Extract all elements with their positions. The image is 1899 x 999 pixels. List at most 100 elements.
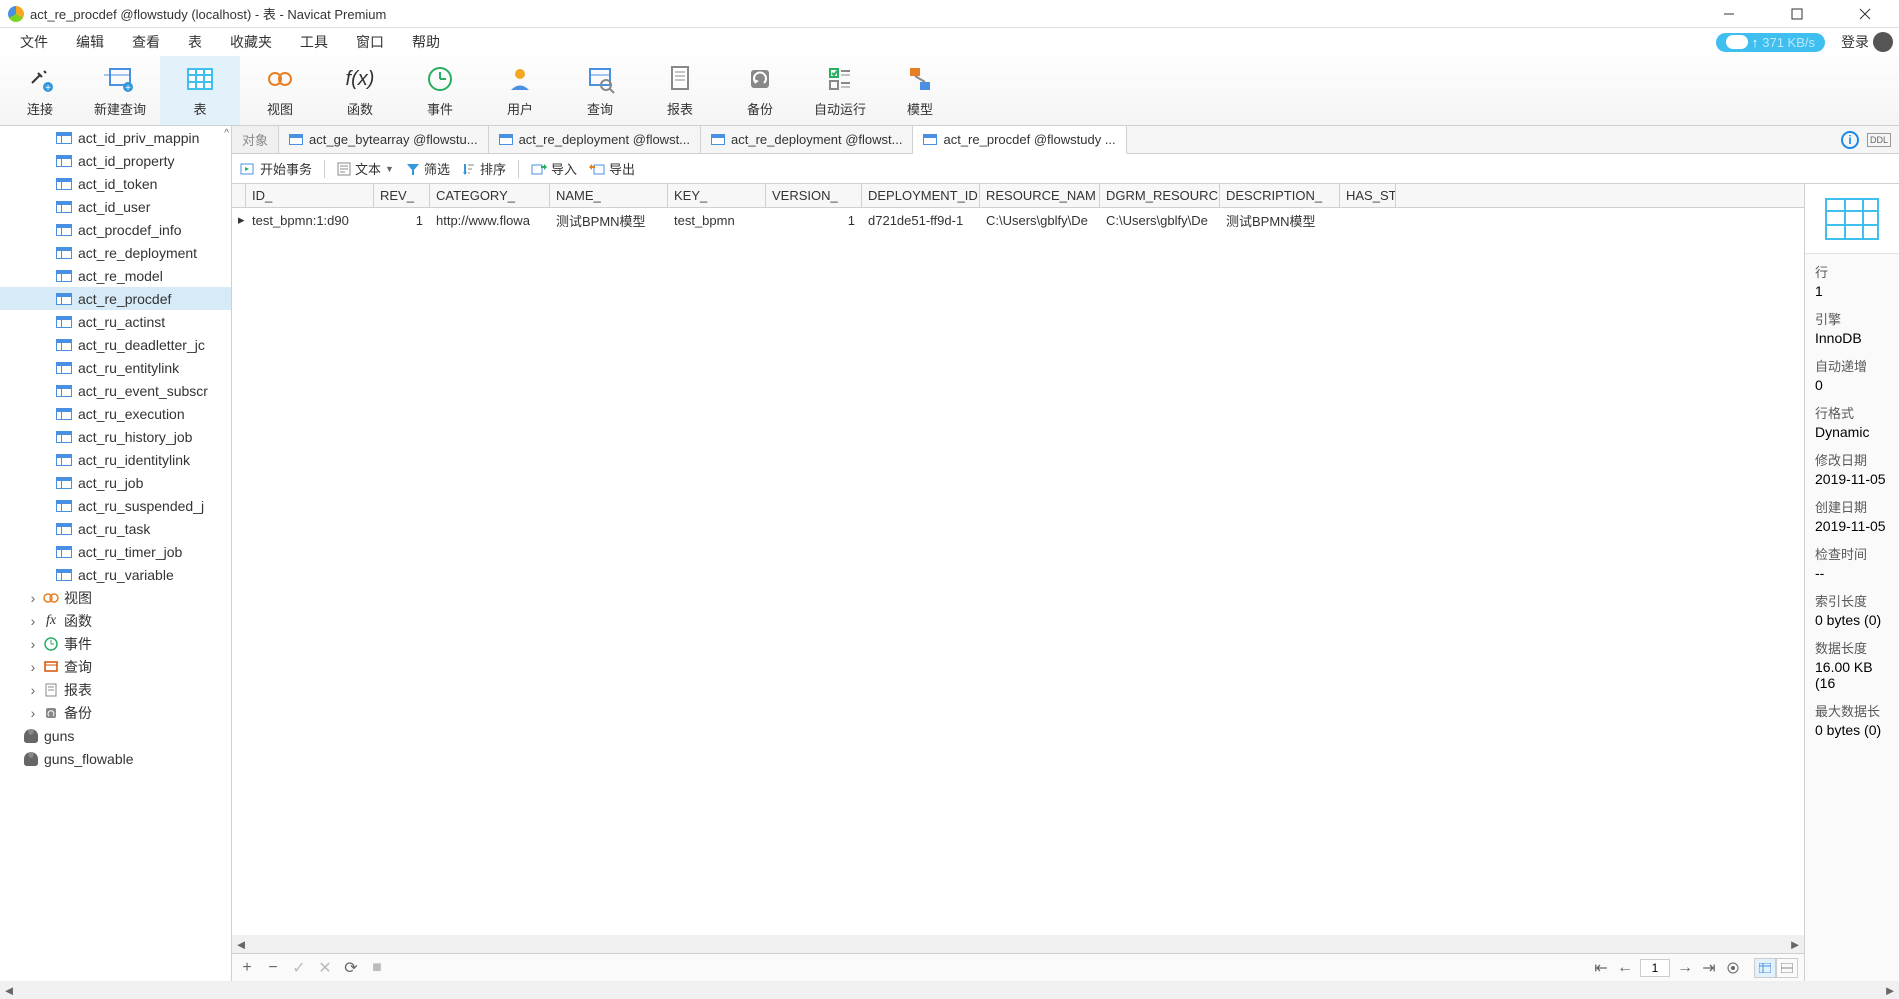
sidebar-table-item[interactable]: act_id_token [0, 172, 231, 195]
delete-row-button[interactable]: − [264, 959, 282, 977]
toolbar-query2[interactable]: 查询 [560, 56, 640, 125]
toolbar-report[interactable]: 报表 [640, 56, 720, 125]
table-cell[interactable]: d721de51-ff9d-1 [862, 210, 980, 231]
toolbar-backup[interactable]: 备份 [720, 56, 800, 125]
filter-button[interactable]: 筛选 [406, 159, 450, 178]
prev-page-button[interactable]: ← [1616, 959, 1634, 977]
sidebar-table-item[interactable]: act_ru_history_job [0, 425, 231, 448]
sidebar-database-item[interactable]: guns [0, 724, 231, 747]
sidebar-table-item[interactable]: act_ru_event_subscr [0, 379, 231, 402]
toolbar-fx[interactable]: f(x)函数 [320, 56, 400, 125]
sidebar-category-report[interactable]: ›报表 [0, 678, 231, 701]
ddl-icon[interactable]: DDL [1867, 133, 1891, 147]
menu-window[interactable]: 窗口 [342, 28, 398, 56]
sidebar-table-item[interactable]: act_ru_execution [0, 402, 231, 425]
text-button[interactable]: 文本 ▼ [337, 159, 394, 178]
close-button[interactable] [1843, 0, 1887, 28]
sidebar-table-item[interactable]: act_re_procdef [0, 287, 231, 310]
sidebar-table-item[interactable]: act_id_user [0, 195, 231, 218]
sidebar-table-item[interactable]: act_id_property [0, 149, 231, 172]
hscroll-left[interactable]: ◄ [232, 937, 250, 952]
column-header[interactable]: DEPLOYMENT_ID [862, 184, 980, 207]
column-header[interactable]: DESCRIPTION_ [1220, 184, 1340, 207]
stop-button[interactable]: ■ [368, 959, 386, 977]
table-cell[interactable] [1340, 217, 1396, 223]
bottom-hscroll-left[interactable]: ◄ [0, 983, 18, 998]
sidebar-table-item[interactable]: act_ru_actinst [0, 310, 231, 333]
sidebar-category-clock[interactable]: ›事件 [0, 632, 231, 655]
column-header[interactable]: DGRM_RESOURC [1100, 184, 1220, 207]
menu-file[interactable]: 文件 [6, 28, 62, 56]
toolbar-clock[interactable]: 事件 [400, 56, 480, 125]
sidebar-table-item[interactable]: act_ru_entitylink [0, 356, 231, 379]
sidebar-category-query[interactable]: ›查询 [0, 655, 231, 678]
toolbar-plug[interactable]: +连接 [0, 56, 80, 125]
hscroll-right[interactable]: ► [1786, 937, 1804, 952]
first-page-button[interactable]: ⇤ [1592, 959, 1610, 977]
tab-item[interactable]: act_re_procdef @flowstudy ... [913, 126, 1126, 154]
sidebar-table-item[interactable]: act_ru_suspended_j [0, 494, 231, 517]
next-page-button[interactable]: → [1676, 959, 1694, 977]
import-button[interactable]: 导入 [531, 159, 577, 178]
add-row-button[interactable]: + [238, 959, 256, 977]
menu-tools[interactable]: 工具 [286, 28, 342, 56]
bottom-hscroll-right[interactable]: ► [1881, 983, 1899, 998]
toolbar-view[interactable]: 视图 [240, 56, 320, 125]
menu-view[interactable]: 查看 [118, 28, 174, 56]
menu-help[interactable]: 帮助 [398, 28, 454, 56]
commit-button[interactable]: ✓ [290, 959, 308, 977]
column-header[interactable]: HAS_ST [1340, 184, 1396, 207]
network-speed-pill[interactable]: ↑ 371 KB/s [1716, 33, 1825, 52]
sidebar-category-fx[interactable]: ›fx函数 [0, 609, 231, 632]
export-button[interactable]: 导出 [589, 159, 635, 178]
sidebar-table-item[interactable]: act_ru_variable [0, 563, 231, 586]
table-cell[interactable]: 测试BPMN模型 [1220, 208, 1340, 233]
menu-fav[interactable]: 收藏夹 [216, 28, 286, 56]
cancel-button[interactable]: ✕ [316, 959, 334, 977]
info-icon[interactable]: i [1841, 131, 1859, 149]
sidebar-table-item[interactable]: act_ru_deadletter_jc [0, 333, 231, 356]
maximize-button[interactable] [1775, 0, 1819, 28]
table-cell[interactable]: test_bpmn [668, 210, 766, 231]
tab-item[interactable]: act_re_deployment @flowst... [701, 126, 913, 153]
sidebar-database-item[interactable]: guns_flowable [0, 747, 231, 770]
menu-edit[interactable]: 编辑 [62, 28, 118, 56]
last-page-button[interactable]: ⇥ [1700, 959, 1718, 977]
column-header[interactable]: CATEGORY_ [430, 184, 550, 207]
menu-table[interactable]: 表 [174, 28, 216, 56]
sidebar-table-item[interactable]: act_id_priv_mappin [0, 126, 231, 149]
toolbar-query[interactable]: +新建查询 [80, 56, 160, 125]
sidebar-category-backup[interactable]: ›备份 [0, 701, 231, 724]
page-input[interactable] [1640, 959, 1670, 977]
tab-item[interactable]: act_re_deployment @flowst... [489, 126, 701, 153]
tab-item[interactable]: act_ge_bytearray @flowstu... [279, 126, 489, 153]
begin-transaction-button[interactable]: 开始事务 [240, 159, 312, 178]
table-cell[interactable]: 1 [374, 210, 430, 231]
minimize-button[interactable] [1707, 0, 1751, 28]
column-header[interactable]: KEY_ [668, 184, 766, 207]
table-cell[interactable]: test_bpmn:1:d90 [246, 210, 374, 231]
sidebar-category-view[interactable]: ›视图 [0, 586, 231, 609]
tab-objects[interactable]: 对象 [232, 126, 279, 153]
toolbar-auto[interactable]: 自动运行 [800, 56, 880, 125]
refresh-button[interactable]: ⟳ [342, 959, 360, 977]
toolbar-user[interactable]: 用户 [480, 56, 560, 125]
sort-button[interactable]: 排序 [462, 159, 506, 178]
toolbar-model[interactable]: 模型 [880, 56, 960, 125]
sidebar-table-item[interactable]: act_re_model [0, 264, 231, 287]
toolbar-table[interactable]: 表 [160, 56, 240, 125]
table-cell[interactable]: 1 [766, 210, 862, 231]
grid-view-button[interactable] [1754, 958, 1776, 978]
column-header[interactable]: RESOURCE_NAM [980, 184, 1100, 207]
sidebar-table-item[interactable]: act_ru_timer_job [0, 540, 231, 563]
form-view-button[interactable] [1776, 958, 1798, 978]
table-cell[interactable]: C:\Users\gblfy\De [1100, 210, 1220, 231]
sidebar-table-item[interactable]: act_ru_identitylink [0, 448, 231, 471]
table-cell[interactable]: 测试BPMN模型 [550, 208, 668, 233]
settings-button[interactable] [1724, 959, 1742, 977]
scroll-up-icon[interactable]: ^ [224, 128, 229, 139]
sidebar-table-item[interactable]: act_ru_job [0, 471, 231, 494]
table-cell[interactable]: http://www.flowa [430, 210, 550, 231]
column-header[interactable]: REV_ [374, 184, 430, 207]
table-row[interactable]: ▸test_bpmn:1:d901http://www.flowa测试BPMN模… [232, 208, 1804, 232]
